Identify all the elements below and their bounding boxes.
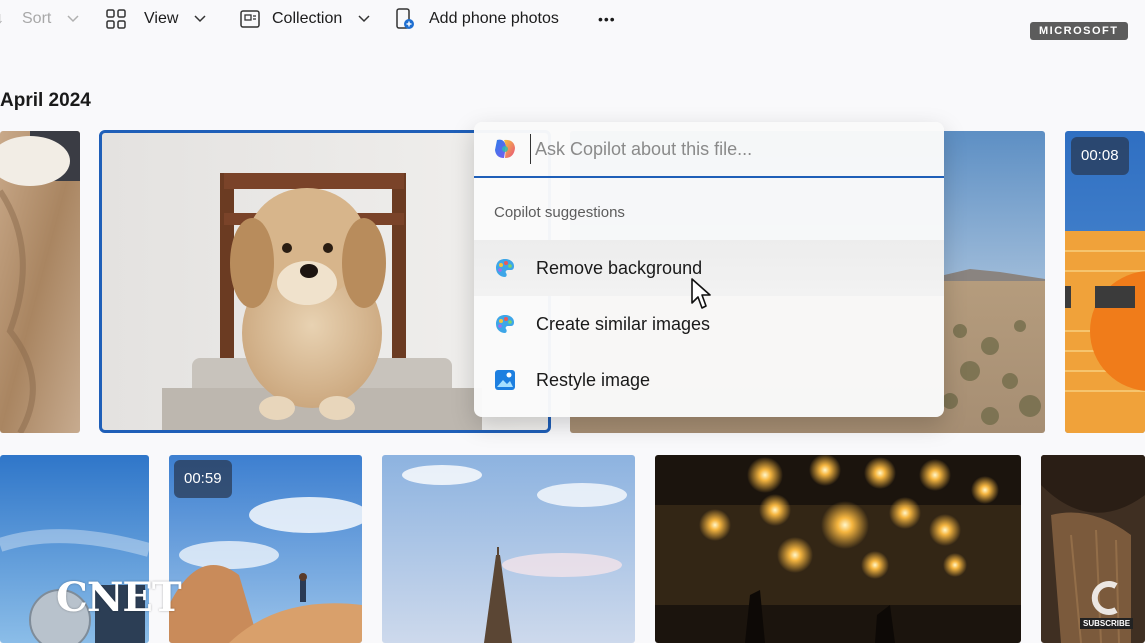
chevron-down-icon — [67, 15, 79, 23]
more-icon: ••• — [598, 11, 616, 27]
add-phone-photos-label: Add phone photos — [429, 10, 559, 27]
photo-tile-concert[interactable] — [655, 455, 1021, 643]
chevron-down-icon — [358, 15, 370, 23]
copilot-panel: Copilot suggestions Remove background Cr… — [474, 122, 944, 417]
chevron-down-icon — [194, 15, 206, 23]
paint-palette-icon — [496, 315, 514, 333]
copilot-suggestions-heading: Copilot suggestions — [494, 204, 625, 221]
collection-label: Collection — [272, 10, 343, 27]
video-tile-building[interactable]: 00:08 — [1065, 131, 1145, 433]
eiffel-tower-photo — [382, 455, 635, 643]
mouse-pointer-icon — [691, 278, 711, 309]
collection-icon — [240, 10, 260, 28]
copilot-input-bar — [474, 122, 944, 178]
subscribe-label: SUBSCRIBE — [1080, 618, 1134, 629]
copilot-icon — [495, 139, 515, 158]
microsoft-badge: MICROSOFT — [1030, 22, 1128, 40]
paint-palette-icon — [496, 259, 514, 277]
orange-building-photo — [1065, 131, 1145, 433]
date-heading: April 2024 — [0, 90, 91, 111]
photo-tile-eiffel-tower[interactable] — [382, 455, 635, 643]
video-tile-rock-hiker[interactable]: 00:59 — [169, 455, 362, 643]
suggestion-label: Create similar images — [536, 313, 711, 334]
concert-lights-photo — [655, 455, 1021, 643]
add-phone-photos-button[interactable]: Add phone photos — [395, 0, 559, 38]
view-grid-icon — [106, 9, 126, 29]
more-options-button[interactable]: ••• — [598, 0, 616, 38]
subscribe-logo-icon — [1091, 581, 1118, 615]
toolbar: ↓ Sort View Collection Add phone photos … — [0, 0, 1145, 38]
video-duration-badge: 00:08 — [1071, 137, 1129, 175]
video-duration-badge: 00:59 — [174, 460, 232, 498]
view-label: View — [144, 10, 179, 27]
sort-button[interactable]: ↓ Sort — [0, 0, 79, 38]
cnet-watermark-logo: CNET — [56, 574, 182, 621]
suggestion-label: Restyle image — [536, 369, 651, 390]
suggestion-label: Remove background — [536, 257, 703, 278]
phone-add-icon — [396, 8, 414, 29]
sort-label: Sort — [22, 10, 52, 27]
sort-icon: ↓ — [0, 10, 4, 27]
view-button[interactable]: View — [106, 0, 206, 38]
dog-fur-photo — [0, 131, 80, 433]
image-restyle-icon — [495, 370, 515, 390]
photo-tile-dog-closeup[interactable] — [0, 131, 80, 433]
copilot-search-input[interactable] — [530, 134, 927, 164]
subscribe-watermark[interactable]: SUBSCRIBE — [1080, 580, 1134, 630]
suggestion-restyle-image[interactable]: Restyle image — [474, 352, 944, 408]
collection-button[interactable]: Collection — [240, 0, 370, 38]
